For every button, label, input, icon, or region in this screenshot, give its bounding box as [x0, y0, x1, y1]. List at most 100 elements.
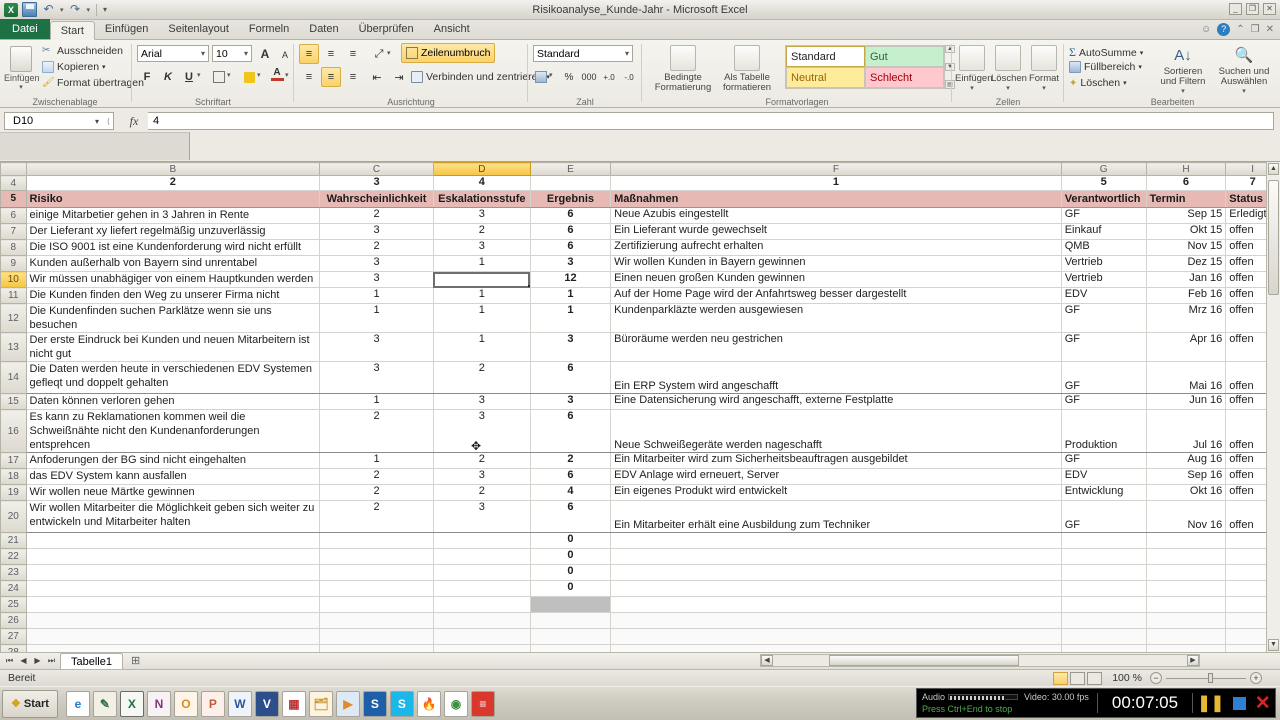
cell-B16[interactable]: Es kann zu Reklamationen kommen weil die…: [25, 409, 321, 453]
cell-B24[interactable]: [25, 580, 321, 597]
cell-F23[interactable]: [610, 564, 1062, 581]
cell-H22[interactable]: [1145, 548, 1227, 565]
cell-H8[interactable]: Nov 15: [1145, 239, 1227, 256]
tab-formeln[interactable]: Formeln: [239, 20, 299, 39]
zoom-handle[interactable]: [1208, 673, 1213, 683]
cell-D9[interactable]: 1: [432, 255, 531, 272]
table-row[interactable]: 23 0: [0, 564, 1280, 581]
delete-cells-dropdown-icon[interactable]: ▾: [991, 84, 1025, 92]
row-header-27[interactable]: 27: [0, 628, 27, 645]
borders-dropdown-icon[interactable]: ▾: [227, 71, 231, 79]
cell-F28[interactable]: [610, 644, 1062, 652]
row-header-21[interactable]: 21: [0, 532, 27, 549]
word-icon[interactable]: W: [227, 690, 252, 717]
s-app-icon[interactable]: S: [362, 690, 387, 717]
cell-C11[interactable]: 1: [319, 287, 434, 304]
cell-G23[interactable]: [1060, 564, 1147, 581]
header-verantwortlich[interactable]: Verantwortlich: [1060, 190, 1147, 208]
cell-B14[interactable]: Die Daten werden heute in verschiedenen …: [25, 361, 321, 394]
cell-E20[interactable]: 6: [529, 500, 612, 533]
cell-F25[interactable]: [610, 596, 1062, 613]
table-row[interactable]: 22 0: [0, 548, 1280, 565]
cell-E13[interactable]: 3: [529, 332, 612, 362]
cell-G28[interactable]: [1060, 644, 1147, 652]
format-painter-button[interactable]: 🖌 Format übertragen: [42, 77, 144, 89]
find-select-dropdown-icon[interactable]: ▾: [1215, 87, 1273, 95]
cell-H28[interactable]: [1145, 644, 1227, 652]
tab-daten[interactable]: Daten: [299, 20, 348, 39]
cell-C14[interactable]: 3: [319, 361, 434, 394]
first-sheet-icon[interactable]: ⏮: [3, 656, 16, 666]
cell-C12[interactable]: 1: [319, 303, 434, 333]
paste-button[interactable]: Einfügen ▾: [4, 46, 40, 91]
font-name-dropdown-icon[interactable]: ▾: [201, 49, 205, 58]
cell-G21[interactable]: [1060, 532, 1147, 549]
font-color-button[interactable]: A: [267, 64, 287, 84]
cell-F12[interactable]: Kundenparkläzte werden ausgewiesen: [610, 303, 1062, 333]
cell-D19[interactable]: 2: [432, 484, 531, 501]
underline-dropdown-icon[interactable]: ▾: [197, 71, 201, 79]
row-header-9[interactable]: 9: [0, 255, 27, 272]
visio-icon[interactable]: V: [254, 690, 279, 717]
cell-E23[interactable]: 0: [529, 564, 612, 581]
autosum-dropdown-icon[interactable]: ▾: [1140, 49, 1144, 57]
fill-color-dropdown-icon[interactable]: ▾: [257, 71, 261, 79]
cell-E21[interactable]: 0: [529, 532, 612, 549]
paint-icon[interactable]: ✎: [92, 690, 117, 717]
cell-C8[interactable]: 2: [319, 239, 434, 256]
row-header-13[interactable]: 13: [0, 332, 27, 362]
cell-B17[interactable]: Anfoderungen der BG sind nicht eingehalt…: [25, 452, 321, 469]
tab-start[interactable]: Start: [49, 21, 95, 40]
cell-H16[interactable]: Jul 16: [1145, 409, 1227, 453]
cell-F20[interactable]: Ein Mitarbeiter erhält eine Ausbildung z…: [610, 500, 1062, 533]
cell-C25[interactable]: [319, 596, 434, 613]
tab-ansicht[interactable]: Ansicht: [424, 20, 480, 39]
cell-F6[interactable]: Neue Azubis eingestellt: [610, 207, 1062, 224]
sort-filter-dropdown-icon[interactable]: ▾: [1157, 87, 1209, 95]
redo-dropdown-icon[interactable]: ▾: [87, 6, 91, 14]
cell-F22[interactable]: [610, 548, 1062, 565]
row-header-8[interactable]: 8: [0, 239, 27, 256]
table-row[interactable]: 17 Anfoderungen der BG sind nicht eingeha…: [0, 452, 1280, 469]
cell-E24[interactable]: 0: [529, 580, 612, 597]
cell-H19[interactable]: Okt 16: [1145, 484, 1227, 501]
cell-B23[interactable]: [25, 564, 321, 581]
cell-G10[interactable]: Vertrieb: [1060, 271, 1147, 288]
cell-B9[interactable]: Kunden außerhalb von Bayern sind unrenta…: [25, 255, 321, 272]
cell-D23[interactable]: [432, 564, 531, 581]
cell-D11[interactable]: 1: [432, 287, 531, 304]
cell-G4[interactable]: 5: [1060, 175, 1147, 191]
cell-B22[interactable]: [25, 548, 321, 565]
find-select-button[interactable]: 🔍 Suchen und Auswählen ▾: [1215, 45, 1273, 95]
skype-icon[interactable]: S: [389, 690, 414, 717]
last-sheet-icon[interactable]: ⏭: [45, 656, 58, 666]
cell-H15[interactable]: Jun 16: [1145, 393, 1227, 410]
cell-style-schlecht[interactable]: Schlecht: [865, 67, 944, 88]
cell-H26[interactable]: [1145, 612, 1227, 629]
stop-icon[interactable]: [1232, 696, 1246, 710]
font-size-dropdown-icon[interactable]: ▾: [244, 49, 248, 58]
header-wahrscheinlichkeit[interactable]: Wahrscheinlichkeit: [319, 190, 434, 208]
media-player-icon[interactable]: ▶: [335, 690, 360, 717]
name-box[interactable]: D10 ▾ ⟨: [4, 112, 114, 130]
italic-button[interactable]: K: [158, 67, 178, 87]
cell-H13[interactable]: Apr 16: [1145, 332, 1227, 362]
insert-cells-dropdown-icon[interactable]: ▾: [955, 84, 989, 92]
close-button[interactable]: ✕: [1263, 3, 1276, 15]
cell-F7[interactable]: Ein Lieferant wurde gewechselt: [610, 223, 1062, 240]
cell-H20[interactable]: Nov 16: [1145, 500, 1227, 533]
orientation-dropdown-icon[interactable]: ▾: [387, 49, 391, 57]
horizontal-scroll-thumb[interactable]: [829, 655, 1019, 666]
row-header-28[interactable]: 28: [0, 644, 27, 652]
cell-D22[interactable]: [432, 548, 531, 565]
cell-E8[interactable]: 6: [529, 239, 612, 256]
increase-font-size-button[interactable]: A: [255, 44, 275, 64]
cell-H27[interactable]: [1145, 628, 1227, 645]
cell-G14[interactable]: GF: [1060, 361, 1147, 394]
cell-B7[interactable]: Der Lieferant xy liefert regelmäßig unzu…: [25, 223, 321, 240]
cell-H4[interactable]: 6: [1145, 175, 1227, 191]
row-header-23[interactable]: 23: [0, 564, 27, 581]
cell-E14[interactable]: 6: [529, 361, 612, 394]
cell-E18[interactable]: 6: [529, 468, 612, 485]
pause-icon[interactable]: ❚❚: [1197, 693, 1224, 713]
